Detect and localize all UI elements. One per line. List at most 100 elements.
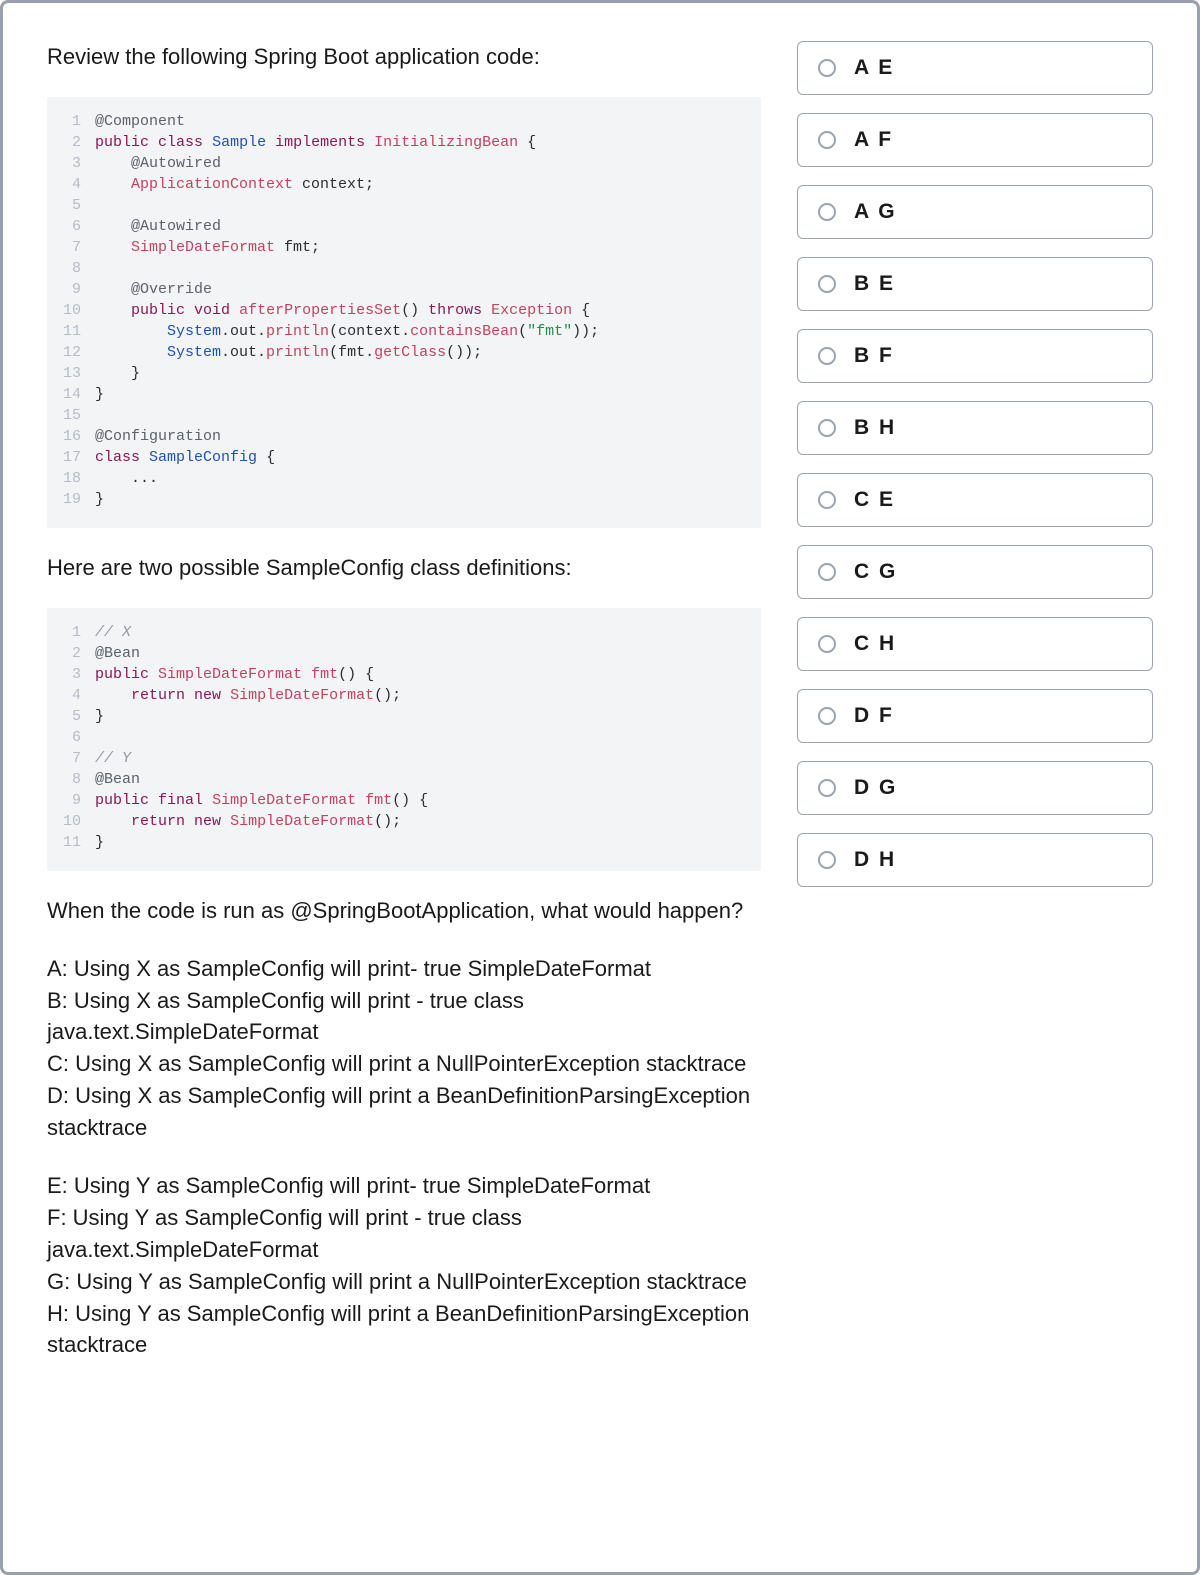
- code-content: @Bean: [95, 643, 140, 664]
- code-line: 9public final SimpleDateFormat fmt() {: [47, 790, 761, 811]
- code-content: SimpleDateFormat fmt;: [95, 237, 320, 258]
- choice-label: D G: [854, 776, 897, 800]
- code-content: System.out.println(fmt.getClass());: [95, 342, 482, 363]
- line-number: 4: [47, 685, 95, 706]
- radio-icon: [818, 563, 836, 581]
- radio-icon: [818, 707, 836, 725]
- radio-icon: [818, 131, 836, 149]
- answer-choice[interactable]: D G: [797, 761, 1153, 815]
- code-block-2: 1// X2@Bean3public SimpleDateFormat fmt(…: [47, 608, 761, 871]
- line-number: 5: [47, 195, 95, 216]
- code-content: @Autowired: [95, 153, 221, 174]
- code-line: 2@Bean: [47, 643, 761, 664]
- question-column: Review the following Spring Boot applica…: [47, 41, 761, 1512]
- code-line: 5: [47, 195, 761, 216]
- choice-label: B F: [854, 344, 894, 368]
- code-line: 14}: [47, 384, 761, 405]
- line-number: 8: [47, 258, 95, 279]
- radio-icon: [818, 779, 836, 797]
- answer-choice[interactable]: A F: [797, 113, 1153, 167]
- option-description: F: Using Y as SampleConfig will print - …: [47, 1202, 761, 1266]
- line-number: 13: [47, 363, 95, 384]
- line-number: 11: [47, 321, 95, 342]
- code-content: }: [95, 363, 140, 384]
- line-number: 2: [47, 132, 95, 153]
- choice-label: C H: [854, 632, 896, 656]
- line-number: 12: [47, 342, 95, 363]
- code-content: @Configuration: [95, 426, 221, 447]
- code-line: 6 @Autowired: [47, 216, 761, 237]
- option-description: C: Using X as SampleConfig will print a …: [47, 1048, 761, 1080]
- option-description: B: Using X as SampleConfig will print - …: [47, 985, 761, 1049]
- code-line: 11 System.out.println(context.containsBe…: [47, 321, 761, 342]
- code-content: public final SimpleDateFormat fmt() {: [95, 790, 428, 811]
- radio-icon: [818, 347, 836, 365]
- line-number: 5: [47, 706, 95, 727]
- code-line: 2public class Sample implements Initiali…: [47, 132, 761, 153]
- answer-choice[interactable]: D H: [797, 833, 1153, 887]
- radio-icon: [818, 275, 836, 293]
- code-line: 12 System.out.println(fmt.getClass());: [47, 342, 761, 363]
- question-prompt: When the code is run as @SpringBootAppli…: [47, 895, 761, 927]
- line-number: 19: [47, 489, 95, 510]
- line-number: 10: [47, 300, 95, 321]
- code-line: 7 SimpleDateFormat fmt;: [47, 237, 761, 258]
- question-intro: Review the following Spring Boot applica…: [47, 41, 761, 73]
- code-content: public class Sample implements Initializ…: [95, 132, 536, 153]
- radio-icon: [818, 851, 836, 869]
- line-number: 17: [47, 447, 95, 468]
- line-number: 8: [47, 769, 95, 790]
- quiz-container: Review the following Spring Boot applica…: [0, 0, 1200, 1575]
- code-line: 13 }: [47, 363, 761, 384]
- options-y-group: E: Using Y as SampleConfig will print- t…: [47, 1170, 761, 1361]
- code-line: 15: [47, 405, 761, 426]
- code-line: 19}: [47, 489, 761, 510]
- options-x-group: A: Using X as SampleConfig will print- t…: [47, 953, 761, 1144]
- code-content: @Component: [95, 111, 185, 132]
- code-line: 3 @Autowired: [47, 153, 761, 174]
- code-content: @Bean: [95, 769, 140, 790]
- code-block-1: 1@Component2public class Sample implemen…: [47, 97, 761, 528]
- answer-choice[interactable]: A G: [797, 185, 1153, 239]
- answer-choice[interactable]: A E: [797, 41, 1153, 95]
- answer-choice[interactable]: D F: [797, 689, 1153, 743]
- answer-choice[interactable]: B F: [797, 329, 1153, 383]
- choice-label: B E: [854, 272, 895, 296]
- code-content: ApplicationContext context;: [95, 174, 374, 195]
- code-content: // X: [95, 622, 131, 643]
- code-line: 18 ...: [47, 468, 761, 489]
- line-number: 4: [47, 174, 95, 195]
- radio-icon: [818, 635, 836, 653]
- line-number: 18: [47, 468, 95, 489]
- choice-label: C G: [854, 560, 897, 584]
- answer-choice[interactable]: C H: [797, 617, 1153, 671]
- line-number: 9: [47, 279, 95, 300]
- option-description: E: Using Y as SampleConfig will print- t…: [47, 1170, 761, 1202]
- line-number: 3: [47, 153, 95, 174]
- answer-choice[interactable]: B H: [797, 401, 1153, 455]
- radio-icon: [818, 59, 836, 77]
- answer-choice[interactable]: C E: [797, 473, 1153, 527]
- answer-choice[interactable]: B E: [797, 257, 1153, 311]
- line-number: 6: [47, 216, 95, 237]
- line-number: 11: [47, 832, 95, 853]
- choice-label: D F: [854, 704, 894, 728]
- question-mid: Here are two possible SampleConfig class…: [47, 552, 761, 584]
- answer-choice[interactable]: C G: [797, 545, 1153, 599]
- code-content: }: [95, 706, 104, 727]
- code-content: }: [95, 384, 104, 405]
- line-number: 15: [47, 405, 95, 426]
- option-description: A: Using X as SampleConfig will print- t…: [47, 953, 761, 985]
- line-number: 7: [47, 237, 95, 258]
- radio-icon: [818, 491, 836, 509]
- code-content: public SimpleDateFormat fmt() {: [95, 664, 374, 685]
- choice-label: B H: [854, 416, 896, 440]
- code-line: 10 public void afterPropertiesSet() thro…: [47, 300, 761, 321]
- code-content: class SampleConfig {: [95, 447, 275, 468]
- radio-icon: [818, 203, 836, 221]
- radio-icon: [818, 419, 836, 437]
- code-content: @Autowired: [95, 216, 221, 237]
- code-content: }: [95, 832, 104, 853]
- code-content: // Y: [95, 748, 131, 769]
- answer-choices-column: A E A F A G B E B F B H C E C G C H D F D G D H: [797, 41, 1153, 1512]
